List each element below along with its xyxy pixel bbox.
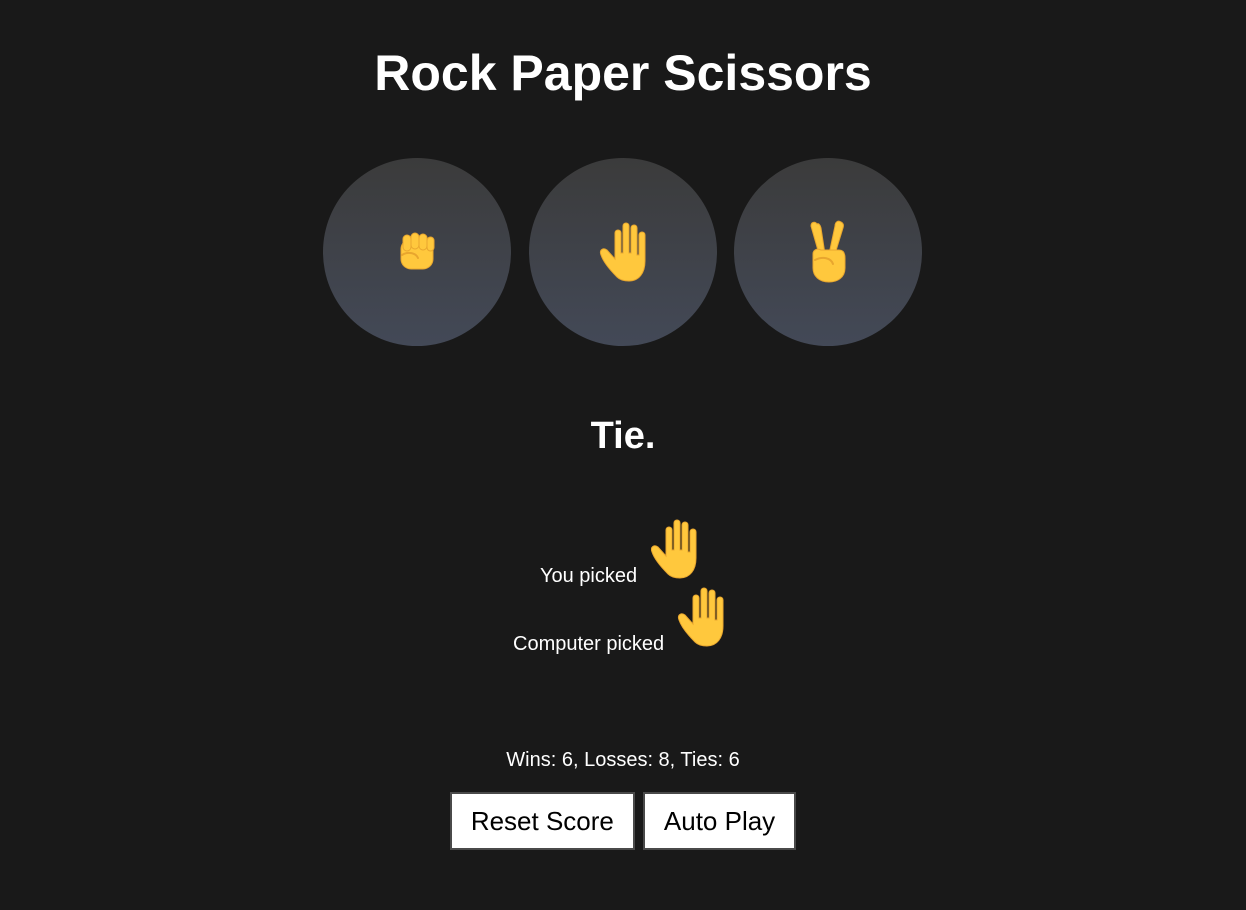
move-buttons bbox=[323, 158, 923, 346]
victory-hand-icon bbox=[803, 220, 853, 284]
page-title: Rock Paper Scissors bbox=[374, 45, 872, 101]
action-buttons: Reset Score Auto Play bbox=[0, 792, 1246, 850]
raised-hand-icon bbox=[672, 584, 730, 655]
raised-hand-icon bbox=[592, 219, 654, 285]
computer-picked-row: Computer picked bbox=[0, 584, 1246, 655]
rock-button[interactable] bbox=[323, 158, 511, 346]
result-text: Tie. bbox=[590, 415, 656, 457]
scissors-button[interactable] bbox=[734, 158, 922, 346]
reset-score-button[interactable]: Reset Score bbox=[449, 792, 635, 850]
score-text: Wins: 6, Losses: 8, Ties: 6 bbox=[506, 749, 740, 771]
auto-play-button[interactable]: Auto Play bbox=[642, 792, 797, 850]
you-picked-row: You picked bbox=[0, 516, 1246, 587]
raised-hand-icon bbox=[645, 516, 703, 587]
computer-picked-label: Computer picked bbox=[513, 633, 665, 655]
game-page: Rock Paper Scissors Tie. You picked Comp… bbox=[0, 0, 1246, 910]
raised-fist-icon bbox=[392, 227, 442, 277]
paper-button[interactable] bbox=[529, 158, 717, 346]
